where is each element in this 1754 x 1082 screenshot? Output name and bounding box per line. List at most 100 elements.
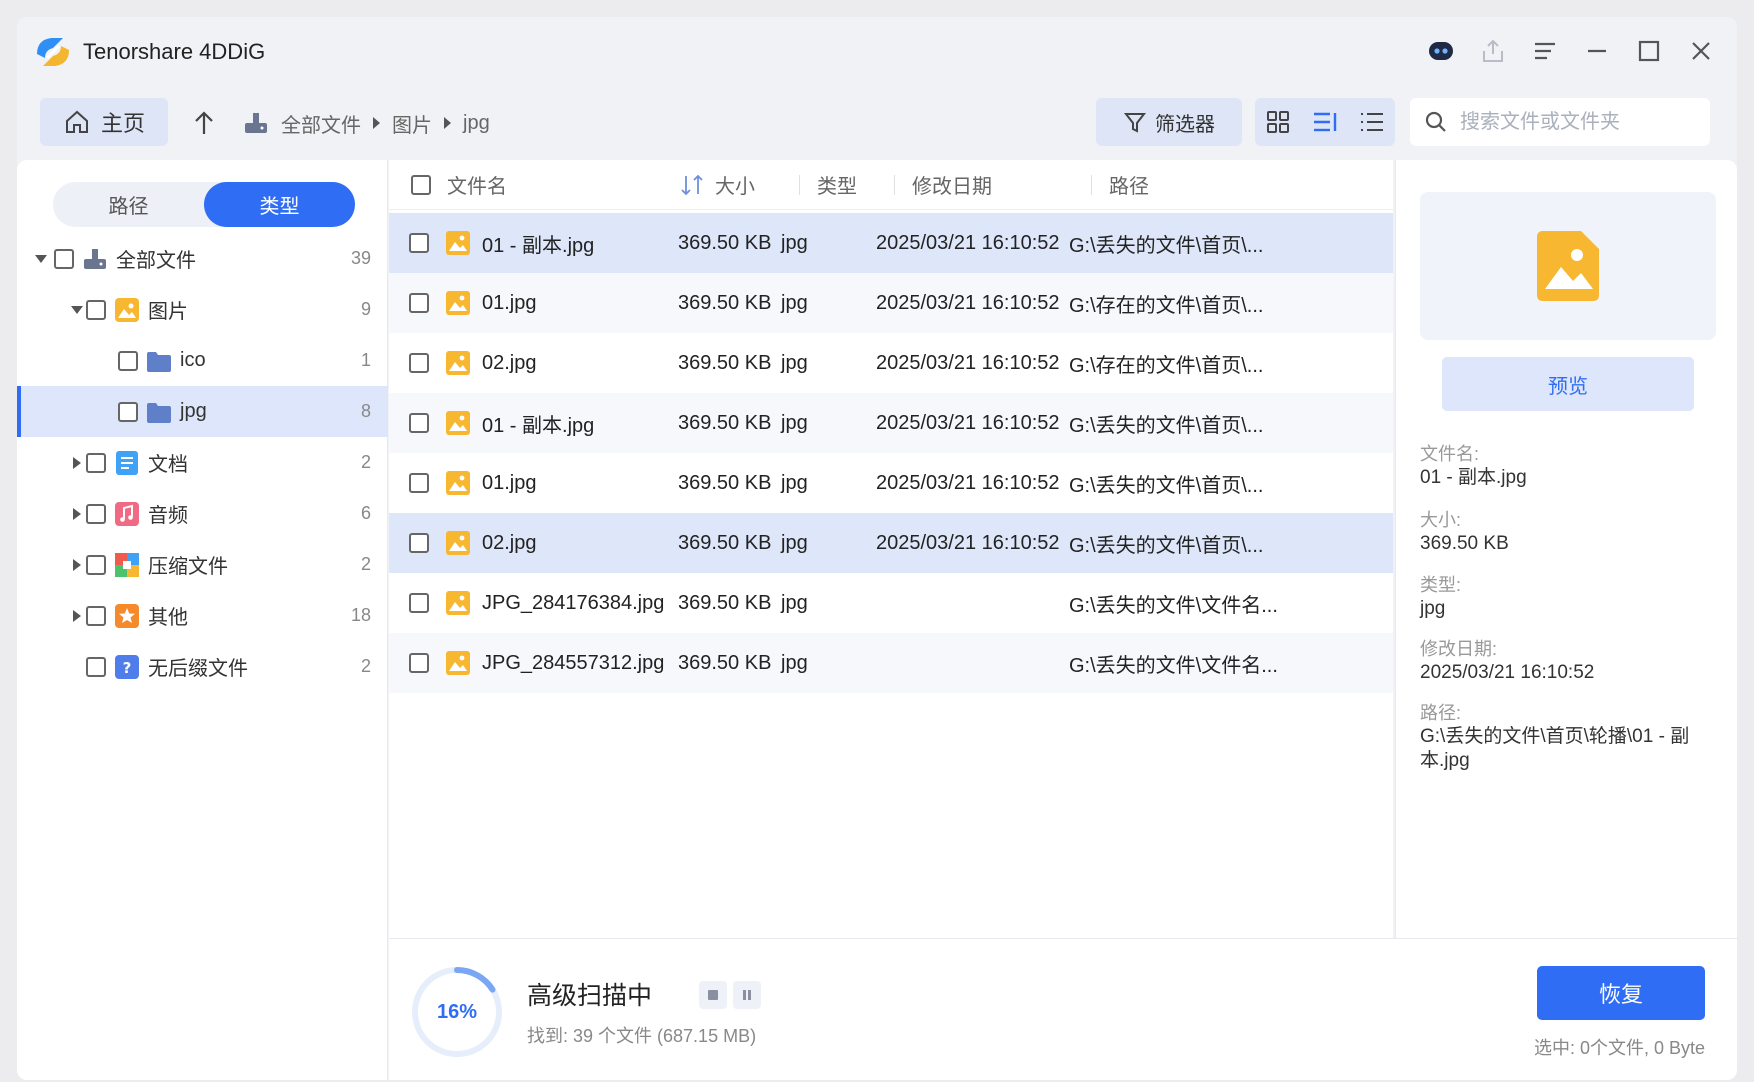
folder-icon [147, 402, 171, 423]
breadcrumb-item-images[interactable]: 图片 [392, 109, 432, 138]
table-header: 文件名 大小 类型 修改日期 路径 [389, 160, 1393, 210]
scan-found-summary: 找到: 39 个文件 (687.15 MB) [527, 1026, 757, 1046]
share-icon [1483, 39, 1503, 62]
row-checkbox[interactable] [409, 233, 429, 253]
list-view-icon[interactable] [1358, 108, 1386, 136]
cell-path: G:\丢失的文件\首页\... [1069, 474, 1264, 497]
tree-item-no-extension[interactable]: ? 无后缀文件 2 [17, 641, 388, 692]
scan-status-title: 高级扫描中 [527, 982, 653, 1010]
filter-button[interactable]: 筛选器 [1096, 98, 1242, 146]
search-input[interactable] [1460, 110, 1700, 134]
tree-item-jpg[interactable]: jpg 8 [17, 386, 388, 437]
title-bar: Tenorshare 4DDiG [17, 17, 1737, 85]
cell-name: JPG_284176384.jpg [482, 591, 665, 614]
tree-checkbox[interactable] [86, 452, 106, 473]
document-icon [116, 450, 138, 475]
table-row[interactable]: 02.jpg 369.50 KB jpg 2025/03/21 16:10:52 G:\… [389, 513, 1393, 573]
table-row[interactable]: 01 - 副本.jpg 369.50 KB jpg 2025/03/21 16:10:… [389, 393, 1393, 453]
row-checkbox[interactable] [409, 533, 429, 553]
tree-checkbox[interactable] [54, 248, 74, 269]
column-header-size[interactable]: 大小 [715, 170, 755, 199]
row-checkbox[interactable] [409, 593, 429, 613]
home-button[interactable]: 主页 [40, 98, 168, 146]
app-window: Tenorshare 4DDiG 主页 全部文件 图片 jpg 筛选器 搜索文件… [17, 17, 1737, 1080]
row-checkbox[interactable] [409, 473, 429, 493]
tree-checkbox[interactable] [118, 350, 138, 371]
tree-checkbox[interactable] [86, 605, 106, 626]
cell-name: 01.jpg [482, 291, 537, 314]
share-button[interactable] [1475, 33, 1511, 69]
image-file-icon [446, 651, 470, 675]
app-title: Tenorshare 4DDiG [83, 39, 266, 64]
svg-text:?: ? [123, 659, 132, 677]
caret-right-icon[interactable] [73, 507, 81, 520]
pause-scan-button[interactable] [733, 981, 761, 1009]
table-row[interactable]: 01 - 副本.jpg 369.50 KB jpg 2025/03/21 16:10:… [389, 213, 1393, 273]
tree-item-all-files[interactable]: 全部文件 39 [17, 233, 388, 284]
tab-path[interactable]: 路径 [53, 182, 204, 227]
caret-down-icon[interactable] [35, 254, 47, 263]
breadcrumb-separator-icon [373, 117, 380, 129]
column-header-type[interactable]: 类型 [817, 170, 857, 199]
tree-item-documents[interactable]: 文档 2 [17, 437, 388, 488]
tree-checkbox[interactable] [86, 503, 106, 524]
tree-item-ico[interactable]: ico 1 [17, 335, 388, 386]
tree-checkbox[interactable] [118, 401, 138, 422]
tree-count: 18 [350, 605, 371, 625]
search-icon [1425, 111, 1446, 132]
table-row[interactable]: 01.jpg 369.50 KB jpg 2025/03/21 16:10:52 G:\… [389, 453, 1393, 513]
cell-type: jpg [781, 351, 808, 374]
row-checkbox[interactable] [409, 653, 429, 673]
table-row[interactable]: 01.jpg 369.50 KB jpg 2025/03/21 16:10:52 G:\… [389, 273, 1393, 333]
row-checkbox[interactable] [409, 293, 429, 313]
cell-date: 2025/03/21 16:10:52 [876, 231, 1060, 254]
tree-label: 音频 [148, 505, 188, 527]
table-row[interactable]: JPG_284557312.jpg 369.50 KB jpg G:\丢失的文件\文件… [389, 633, 1393, 693]
breadcrumb-item-all[interactable]: 全部文件 [281, 109, 361, 138]
cell-path: G:\丢失的文件\首页\... [1069, 534, 1264, 557]
row-checkbox[interactable] [409, 353, 429, 373]
caret-down-icon[interactable] [71, 305, 83, 314]
tree-label: jpg [180, 400, 207, 422]
assistant-robot-button[interactable] [1423, 33, 1459, 69]
table-row[interactable]: JPG_284176384.jpg 369.50 KB jpg G:\丢失的文件\文件… [389, 573, 1393, 633]
stop-scan-button[interactable] [699, 981, 727, 1009]
column-header-path[interactable]: 路径 [1109, 170, 1149, 199]
maximize-button[interactable] [1631, 33, 1667, 69]
meta-value-date: 2025/03/21 16:10:52 [1420, 662, 1595, 683]
caret-right-icon[interactable] [73, 609, 81, 622]
column-header-name[interactable]: 文件名 [447, 170, 507, 199]
cell-date: 2025/03/21 16:10:52 [876, 531, 1060, 554]
grid-view-icon[interactable] [1264, 108, 1292, 136]
tree-item-audio[interactable]: 音频 6 [17, 488, 388, 539]
tab-type[interactable]: 类型 [204, 182, 355, 227]
tree-checkbox[interactable] [86, 554, 106, 575]
selection-summary: 选中: 0个文件, 0 Byte [1533, 1038, 1705, 1058]
preview-thumbnail [1420, 192, 1716, 340]
select-all-checkbox[interactable] [411, 175, 431, 195]
row-checkbox[interactable] [409, 413, 429, 433]
image-file-icon [446, 291, 470, 315]
recover-button[interactable]: 恢复 [1537, 966, 1705, 1020]
detail-list-view-icon[interactable] [1311, 108, 1339, 136]
close-button[interactable] [1683, 33, 1719, 69]
breadcrumb-item-jpg[interactable]: jpg [463, 112, 490, 135]
tree-checkbox[interactable] [86, 656, 106, 677]
caret-right-icon[interactable] [73, 558, 81, 571]
up-level-button[interactable] [187, 106, 221, 140]
minimize-button[interactable] [1579, 33, 1615, 69]
cell-type: jpg [781, 531, 808, 554]
tree-item-archives[interactable]: 压缩文件 2 [17, 539, 388, 590]
caret-right-icon[interactable] [73, 456, 81, 469]
tree-count: 6 [360, 503, 371, 523]
tree-checkbox[interactable] [86, 299, 106, 320]
table-row[interactable]: 02.jpg 369.50 KB jpg 2025/03/21 16:10:52 G:\… [389, 333, 1393, 393]
sort-icon[interactable] [679, 173, 705, 197]
preview-button[interactable]: 预览 [1442, 357, 1694, 411]
tree-item-images[interactable]: 图片 9 [17, 284, 388, 335]
toolbar: 主页 全部文件 图片 jpg 筛选器 [17, 98, 1737, 148]
column-header-date[interactable]: 修改日期 [912, 170, 992, 199]
image-file-icon [446, 351, 470, 375]
menu-button[interactable] [1527, 33, 1563, 69]
tree-item-other[interactable]: 其他 18 [17, 590, 388, 641]
